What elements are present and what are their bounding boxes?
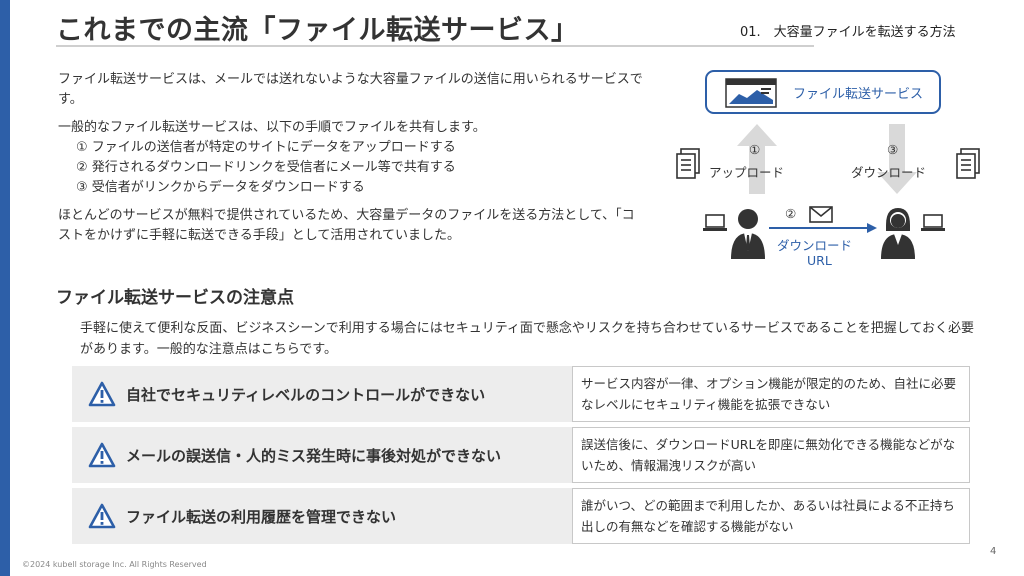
download-step-number: ③ (887, 142, 899, 157)
caution-row: 自社でセキュリティレベルのコントロールができない サービス内容が一律、オプション… (72, 366, 972, 422)
upload-label: アップロード (709, 165, 785, 180)
title-divider (56, 45, 814, 47)
download-label: ダウンロード (851, 165, 927, 180)
web-window-icon (725, 78, 777, 108)
notes-intro: 手軽に使えて便利な反面、ビジネスシーンで利用する場合にはセキュリティ面で懸念やリ… (80, 321, 975, 357)
intro-paragraph-1: ファイル転送サービスは、メールでは送れないような大容量ファイルの送信に用いられる… (58, 72, 643, 107)
caution-title-cell: メールの誤送信・人的ミス発生時に事後対処ができない (72, 427, 572, 483)
caution-title-cell: ファイル転送の利用履歴を管理できない (72, 488, 572, 544)
service-box: ファイル転送サービス (705, 70, 941, 114)
steps-list: ① ファイルの送信者が特定のサイトにデータをアップロードする ② 発行されるダウ… (58, 138, 643, 198)
caution-description: 誰がいつ、どの範囲まで利用したか、あるいは社員による不正持ち出しの有無などを確認… (572, 488, 970, 544)
share-step-number: ② (785, 206, 797, 221)
step-item: ② 発行されるダウンロードリンクを受信者にメール等で共有する (76, 160, 456, 175)
caution-row: ファイル転送の利用履歴を管理できない 誰がいつ、どの範囲まで利用したか、あるいは… (72, 488, 972, 544)
section-label: 01. 大容量ファイルを転送する方法 (740, 25, 956, 40)
receiver-person-icon (881, 208, 915, 259)
upload-arrow-icon (737, 124, 777, 194)
step-item: ① ファイルの送信者が特定のサイトにデータをアップロードする (76, 140, 456, 155)
warning-icon (88, 503, 116, 529)
step-item: ③ 受信者がリンクからデータをダウンロードする (76, 180, 365, 195)
intro-paragraph-3: ほとんどのサービスが無料で提供されているため、大容量データのファイルを送る方法と… (58, 208, 635, 243)
warning-icon (88, 381, 116, 407)
caution-title: メールの誤送信・人的ミス発生時に事後対処ができない (126, 446, 502, 465)
mail-icon (809, 206, 833, 223)
intro-paragraph-2: 一般的なファイル転送サービスは、以下の手順でファイルを共有します。 (58, 120, 486, 135)
upload-step-number: ① (749, 142, 761, 157)
transfer-diagram: ファイル転送サービス ① アップロード ③ ダウンロード ② ダウンロード UR… (665, 62, 1005, 277)
copyright: ©2024 kubell storage Inc. All Rights Res… (22, 560, 207, 569)
notes-heading: ファイル転送サービスの注意点 (56, 288, 294, 308)
document-icon (956, 148, 980, 179)
share-label: ダウンロード (777, 238, 853, 253)
download-arrow-icon (877, 124, 917, 194)
caution-title-cell: 自社でセキュリティレベルのコントロールができない (72, 366, 572, 422)
sender-person-icon (731, 209, 765, 259)
warning-icon (88, 442, 116, 468)
share-arrow-icon (769, 223, 877, 233)
document-icon (676, 148, 700, 179)
caution-row: メールの誤送信・人的ミス発生時に事後対処ができない 誤送信後に、ダウンロードUR… (72, 427, 972, 483)
laptop-icon (703, 214, 727, 231)
share-url-label: URL (807, 253, 832, 268)
accent-bar (0, 0, 10, 576)
caution-title: 自社でセキュリティレベルのコントロールができない (126, 385, 486, 404)
service-label: ファイル転送サービス (793, 87, 924, 102)
caution-title: ファイル転送の利用履歴を管理できない (126, 507, 397, 526)
intro-text: ファイル転送サービスは、メールでは送れないような大容量ファイルの送信に用いられる… (58, 70, 643, 254)
caution-description: サービス内容が一律、オプション機能が限定的のため、自社に必要なレベルにセキュリテ… (572, 366, 970, 422)
page-number: 4 (990, 546, 997, 557)
page-title: これまでの主流「ファイル転送サービス」 (56, 15, 579, 46)
laptop-icon (921, 214, 945, 231)
caution-description: 誤送信後に、ダウンロードURLを即座に無効化できる機能などがないため、情報漏洩リ… (572, 427, 970, 483)
